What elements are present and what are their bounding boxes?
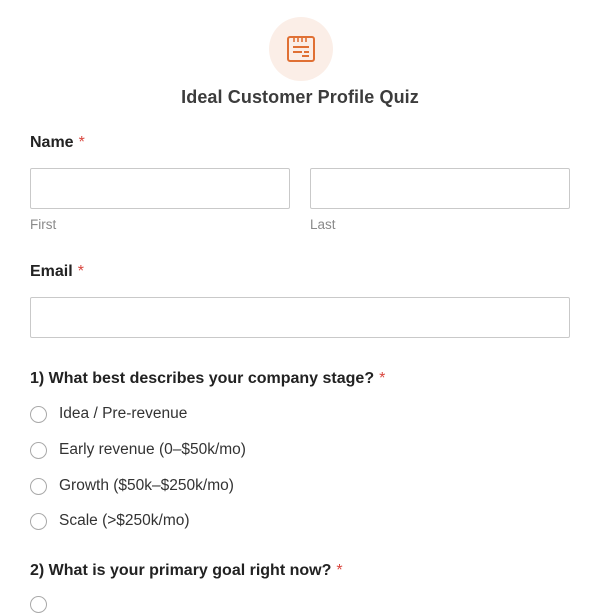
radio-option-partial[interactable]	[30, 593, 59, 615]
name-label-text: Name	[30, 134, 74, 151]
radio-button[interactable]	[30, 405, 47, 423]
form-title: Ideal Customer Profile Quiz	[181, 87, 419, 107]
question-2-text: 2) What is your primary goal right now?	[30, 562, 332, 579]
radio-option-early-revenue[interactable]: Early revenue (0–$50k/mo)	[30, 439, 246, 461]
question-1-text: 1) What best describes your company stag…	[30, 370, 375, 387]
radio-button[interactable]	[30, 441, 47, 459]
required-asterisk: *	[336, 562, 343, 579]
form-document-icon	[287, 36, 315, 62]
form-logo	[269, 17, 333, 81]
last-name-input[interactable]	[310, 168, 570, 209]
radio-option-idea[interactable]: Idea / Pre-revenue	[30, 403, 187, 425]
required-asterisk: *	[78, 134, 85, 151]
radio-option-label: Growth ($50k–$250k/mo)	[59, 477, 234, 494]
question-1-label: 1) What best describes your company stag…	[30, 370, 385, 388]
question-2-label: 2) What is your primary goal right now? *	[30, 562, 343, 580]
required-asterisk: *	[77, 263, 84, 280]
first-name-sublabel: First	[30, 217, 57, 232]
last-name-sublabel: Last	[310, 217, 336, 232]
radio-option-growth[interactable]: Growth ($50k–$250k/mo)	[30, 475, 234, 497]
radio-button[interactable]	[30, 477, 47, 495]
required-asterisk: *	[379, 370, 386, 387]
email-label: Email *	[30, 263, 84, 281]
email-label-text: Email	[30, 263, 73, 280]
radio-option-scale[interactable]: Scale (>$250k/mo)	[30, 510, 190, 532]
name-label: Name *	[30, 134, 85, 152]
email-input[interactable]	[30, 297, 570, 338]
radio-button[interactable]	[30, 512, 47, 530]
radio-option-label: Early revenue (0–$50k/mo)	[59, 441, 246, 458]
first-name-input[interactable]	[30, 168, 290, 209]
radio-option-label: Scale (>$250k/mo)	[59, 512, 190, 529]
radio-option-label: Idea / Pre-revenue	[59, 405, 188, 422]
radio-button[interactable]	[30, 595, 47, 613]
